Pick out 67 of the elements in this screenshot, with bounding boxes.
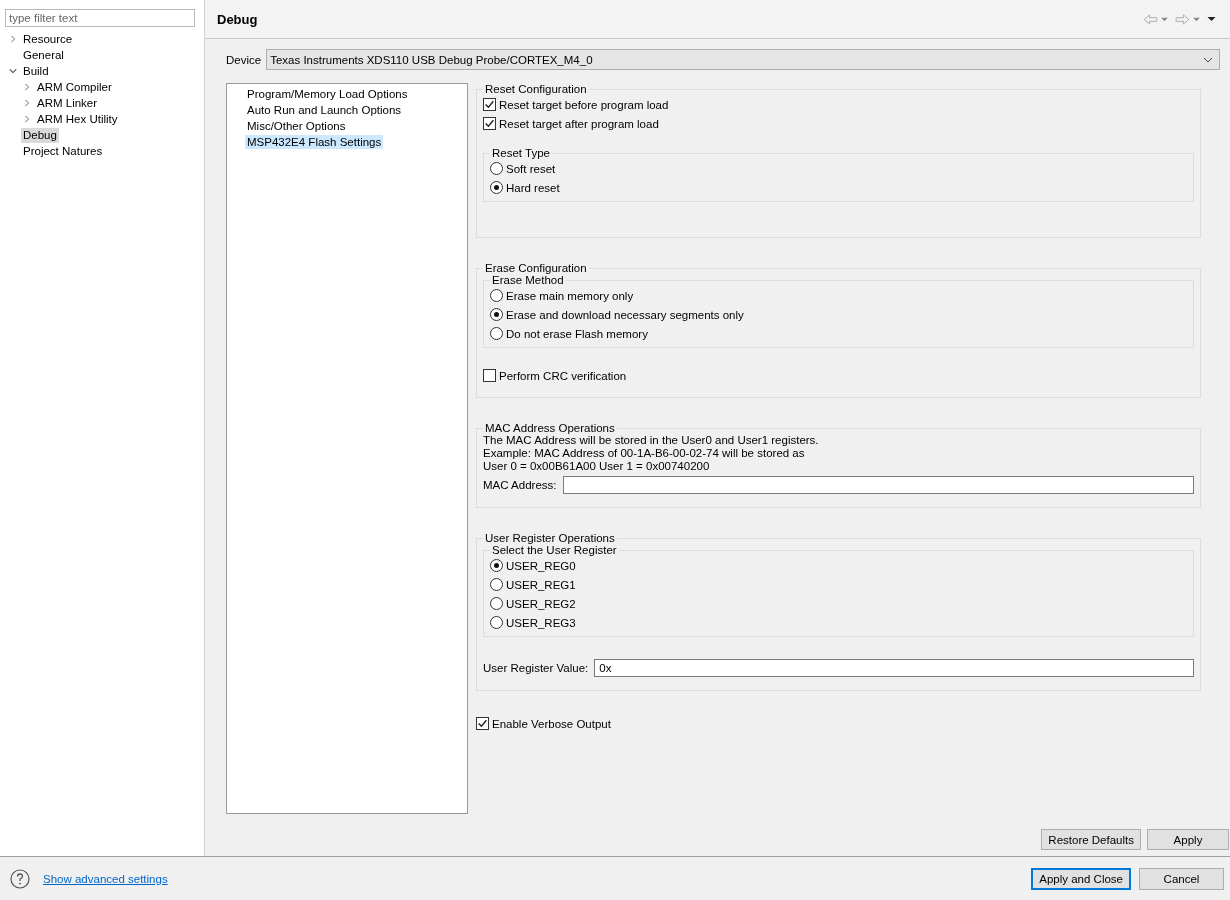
tree-item[interactable]: ARM Hex Utility [35, 111, 120, 127]
info-text: Example: MAC Address of 00-1A-B6-00-02-74 will be stored as [483, 447, 806, 460]
group-title: Erase Configuration [484, 262, 588, 274]
radio-label: USER_REG0 [506, 559, 576, 572]
page-button[interactable]: Apply [1147, 829, 1229, 850]
radio-button[interactable] [490, 597, 503, 610]
tree-item[interactable]: ARM Linker [35, 95, 100, 111]
radio-button[interactable] [490, 327, 503, 340]
group-title: MAC Address Operations [484, 422, 616, 434]
category-item[interactable]: Misc/Other Options [245, 119, 348, 133]
checkbox-label: Enable Verbose Output [492, 717, 611, 730]
radio-label: Erase and download necessary segments only [506, 308, 744, 321]
radio-label: Do not erase Flash memory [506, 327, 648, 340]
group-title: Reset Type [491, 147, 551, 159]
checkbox[interactable] [483, 369, 496, 382]
group-title: Erase Method [491, 274, 565, 286]
help-icon[interactable] [10, 868, 30, 889]
group-title: Select the User Register [491, 544, 618, 556]
checkbox[interactable] [483, 117, 496, 130]
radio-button[interactable] [490, 181, 503, 194]
tree-item[interactable]: Build [21, 63, 51, 79]
group-title: Reset Configuration [484, 83, 588, 95]
device-label: Device [226, 53, 262, 66]
checkbox[interactable] [483, 98, 496, 111]
caret-icon[interactable] [1161, 16, 1168, 22]
category-item[interactable]: MSP432E4 Flash Settings [245, 135, 384, 149]
tree-item[interactable]: Project Natures [21, 143, 105, 159]
chevron-down-icon[interactable] [9, 67, 17, 75]
radio-label: Hard reset [506, 181, 560, 194]
radio-label: Soft reset [506, 162, 556, 175]
radio-button[interactable] [490, 616, 503, 629]
radio-button[interactable] [490, 162, 503, 175]
radio-label: USER_REG2 [506, 597, 576, 610]
info-text: User 0 = 0x00B61A00 User 1 = 0x00740200 [483, 460, 711, 473]
radio-button[interactable] [490, 289, 503, 302]
checkbox[interactable] [476, 717, 489, 730]
mac-address-field[interactable] [562, 476, 1194, 494]
tree-item[interactable]: Debug [21, 127, 59, 143]
view-menu-icon[interactable] [1207, 16, 1216, 22]
info-text: The MAC Address will be stored in the User0 and User1 registers. [483, 434, 820, 447]
filter-field[interactable]: type filter text [5, 9, 195, 27]
checkbox-label: Reset target after program load [499, 117, 659, 130]
caret-icon[interactable] [1193, 16, 1200, 22]
checkbox-label: Reset target before program load [499, 98, 669, 111]
checkbox-label: Perform CRC verification [499, 369, 627, 382]
category-item[interactable]: Program/Memory Load Options [245, 87, 410, 101]
register-value-field[interactable]: 0x [594, 659, 1194, 677]
radio-label: USER_REG3 [506, 616, 576, 629]
radio-button[interactable] [490, 308, 503, 321]
radio-label: USER_REG1 [506, 578, 576, 591]
group-title: User Register Operations [484, 532, 616, 544]
chevron-down-icon[interactable] [1203, 56, 1213, 63]
field-label: MAC Address: [483, 479, 557, 491]
field-label: User Register Value: [483, 662, 589, 674]
dialog-button[interactable]: Cancel [1139, 867, 1224, 890]
radio-button[interactable] [490, 578, 503, 591]
tree-item[interactable]: ARM Compiler [35, 79, 114, 95]
category-item[interactable]: Auto Run and Launch Options [245, 103, 404, 117]
radio-label: Erase main memory only [506, 289, 634, 302]
dialog-button[interactable]: Apply and Close [1031, 867, 1131, 890]
advanced-settings-link[interactable]: Show advanced settings [43, 872, 168, 885]
tree-item[interactable]: General [21, 47, 66, 63]
page-button[interactable]: Restore Defaults [1041, 829, 1141, 850]
tree-item[interactable]: Resource [21, 31, 75, 47]
page-title: Debug [217, 11, 258, 27]
device-dropdown[interactable]: Texas Instruments XDS110 USB Debug Probe/CORTEX_M4_0 [266, 49, 1220, 70]
radio-button[interactable] [490, 559, 503, 572]
